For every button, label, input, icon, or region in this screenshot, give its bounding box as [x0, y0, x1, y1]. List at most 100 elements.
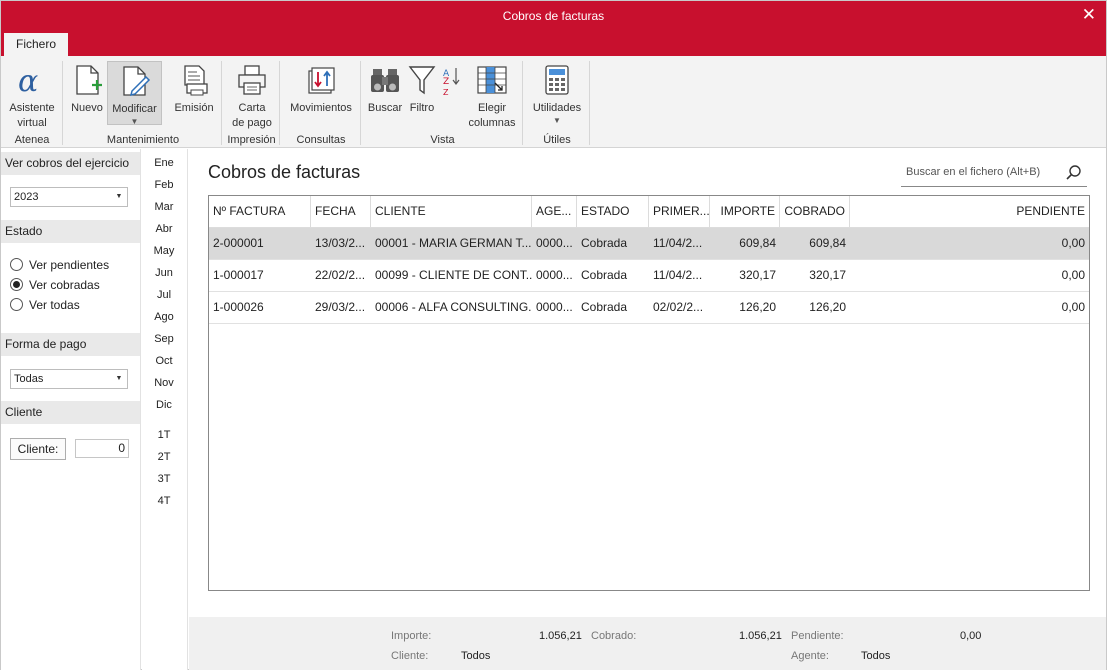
- forma-pago-select[interactable]: Todas ▼: [10, 369, 128, 389]
- ribbon-group-mantenimiento: Nuevo Modificar ▼ Emisión Mantenimiento: [64, 59, 222, 147]
- asistente-label-2: virtual: [17, 117, 47, 129]
- month-item[interactable]: Abr: [142, 223, 186, 235]
- ribbon-group-impresion: Carta de pago Impresión: [223, 59, 280, 147]
- month-item[interactable]: May: [142, 245, 186, 257]
- col-primer-cell: 11/04/2...: [653, 268, 703, 282]
- movimientos-button[interactable]: Movimientos: [285, 61, 357, 116]
- carta-de-pago-button[interactable]: Carta de pago: [227, 61, 277, 131]
- asistente-virtual-button[interactable]: α Asistente virtual: [4, 61, 60, 131]
- radio-label: Ver todas: [29, 298, 80, 312]
- col-cliente-cell: 00099 - CLIENTE DE CONT...: [375, 268, 532, 282]
- col-agente-cell: 0000...: [536, 300, 573, 314]
- sort-button[interactable]: AZZ: [441, 61, 463, 101]
- ribbon: α Asistente virtual Atenea Nuevo Modific…: [1, 56, 1106, 148]
- emision-button[interactable]: Emisión: [170, 61, 218, 116]
- emision-label: Emisión: [174, 102, 214, 114]
- col-cliente-header[interactable]: CLIENTE: [371, 196, 532, 227]
- col-pendiente-cell: 0,00: [1061, 300, 1085, 314]
- month-item[interactable]: Nov: [142, 377, 186, 389]
- col-cliente-cell: 00006 - ALFA CONSULTING...: [375, 300, 532, 314]
- close-icon[interactable]: ✕: [1082, 5, 1096, 25]
- app-window: Cobros de facturas ✕ Fichero α Asistente…: [0, 0, 1107, 670]
- table-row[interactable]: 1-000017 22/02/2... 00099 - CLIENTE DE CON…: [209, 260, 1089, 292]
- pendiente-label: Pendiente:: [791, 630, 844, 642]
- elegir-label-2: columnas: [468, 117, 516, 129]
- quarter-item[interactable]: 4T: [142, 495, 186, 507]
- cliente-header: Cliente: [1, 401, 140, 424]
- col-cliente-cell: 00001 - MARIA GERMAN T...: [375, 236, 532, 250]
- carta-label-2: de pago: [232, 117, 272, 129]
- radio-ver-cobradas[interactable]: Ver cobradas: [10, 278, 100, 292]
- col-estado-cell: Cobrada: [581, 268, 628, 282]
- month-item[interactable]: Oct: [142, 355, 186, 367]
- quarter-item[interactable]: 1T: [142, 429, 186, 441]
- col-agente-cell: 0000...: [536, 268, 573, 282]
- tab-fichero[interactable]: Fichero: [4, 33, 68, 56]
- quarter-item[interactable]: 2T: [142, 451, 186, 463]
- ribbon-group-atenea: α Asistente virtual Atenea: [1, 59, 63, 147]
- search-input[interactable]: Buscar en el fichero (Alt+B): [906, 166, 1040, 178]
- filtro-label: Filtro: [409, 102, 435, 114]
- cliente-total-value: Todos: [461, 650, 491, 662]
- elegir-columnas-button[interactable]: Elegir columnas: [465, 61, 519, 131]
- printer-icon: [235, 63, 269, 97]
- importe-value: 1.056,21: [539, 630, 582, 642]
- col-cobrado-cell: 609,84: [809, 236, 846, 250]
- table-row[interactable]: 1-000026 29/03/2... 00006 - ALFA CONSULTIN…: [209, 292, 1089, 324]
- col-primer-header[interactable]: PRIMER...: [649, 196, 710, 227]
- alpha-icon: α: [15, 63, 49, 99]
- utilidades-label: Utilidades: [532, 102, 582, 114]
- modificar-button[interactable]: Modificar ▼: [107, 61, 162, 126]
- title-bar: Cobros de facturas ✕: [1, 1, 1106, 32]
- col-cobrado-header[interactable]: COBRADO: [780, 196, 850, 227]
- col-importe-header[interactable]: IMPORTE: [710, 196, 780, 227]
- month-item[interactable]: Ago: [142, 311, 186, 323]
- window-title: Cobros de facturas: [502, 9, 605, 23]
- month-item[interactable]: Jun: [142, 267, 186, 279]
- col-fecha-cell: 29/03/2...: [315, 300, 366, 314]
- month-item[interactable]: Ene: [142, 157, 186, 169]
- col-cobrado-cell: 320,17: [809, 268, 846, 282]
- nuevo-button[interactable]: Nuevo: [68, 61, 106, 116]
- ejercicio-select[interactable]: 2023 ▼: [10, 187, 128, 207]
- cliente-button[interactable]: Cliente:: [10, 438, 66, 460]
- ribbon-tab-strip: Fichero: [1, 32, 1106, 56]
- print-document-icon: [177, 63, 211, 97]
- month-item[interactable]: Jul: [142, 289, 186, 301]
- edit-document-icon: [118, 64, 152, 98]
- search-icon[interactable]: [1065, 164, 1083, 182]
- col-agente-header[interactable]: AGE...: [532, 196, 577, 227]
- table-row[interactable]: 2-000001 13/03/2... 00001 - MARIA GERMAN T…: [209, 228, 1089, 260]
- radio-circle-selected: [10, 278, 23, 291]
- agente-value: Todos: [861, 650, 891, 662]
- buscar-button[interactable]: Buscar: [366, 61, 404, 116]
- cobrado-label: Cobrado:: [591, 630, 637, 642]
- month-selector: Ene Feb Mar Abr May Jun Jul Ago Sep Oct Nov Dic 1T 2T…: [142, 149, 188, 670]
- asistente-label-1: Asistente: [9, 102, 55, 114]
- radio-ver-pendientes[interactable]: Ver pendientes: [10, 258, 109, 272]
- month-item[interactable]: Mar: [142, 201, 186, 213]
- month-item[interactable]: Sep: [142, 333, 186, 345]
- search-box[interactable]: Buscar en el fichero (Alt+B): [901, 160, 1087, 187]
- utilidades-button[interactable]: Utilidades ▼: [528, 61, 586, 126]
- cliente-field[interactable]: 0: [75, 439, 129, 458]
- new-document-icon: [70, 63, 104, 97]
- ejercicio-value: 2023: [14, 191, 39, 203]
- col-fecha-header[interactable]: FECHA: [311, 196, 371, 227]
- forma-pago-value: Todas: [14, 373, 44, 385]
- quarter-item[interactable]: 3T: [142, 473, 186, 485]
- col-estado-cell: Cobrada: [581, 300, 628, 314]
- filtro-button[interactable]: Filtro: [405, 61, 439, 116]
- radio-ver-todas[interactable]: Ver todas: [10, 298, 80, 312]
- month-item[interactable]: Dic: [142, 399, 186, 411]
- col-numero-factura-header[interactable]: Nº FACTURA: [209, 196, 311, 227]
- radio-label: Ver cobradas: [29, 278, 100, 292]
- month-item[interactable]: Feb: [142, 179, 186, 191]
- group-label-utiles: Útiles: [543, 134, 571, 146]
- col-fecha-cell: 22/02/2...: [315, 268, 366, 282]
- svg-text:α: α: [18, 64, 38, 97]
- col-estado-header[interactable]: ESTADO: [577, 196, 649, 227]
- filter-icon: [405, 63, 439, 97]
- col-pendiente-header[interactable]: PENDIENTE: [850, 196, 1089, 227]
- group-label-atenea: Atenea: [14, 134, 50, 146]
